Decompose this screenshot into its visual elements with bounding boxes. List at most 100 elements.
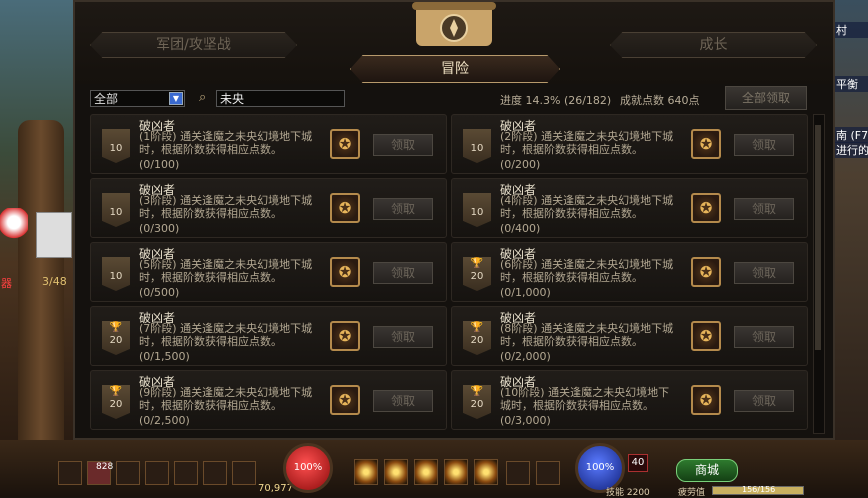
item-slot-5[interactable]: [174, 461, 198, 485]
item-slot-7[interactable]: [232, 461, 256, 485]
level-badge: 40: [628, 454, 648, 472]
right-side-text-1: 村: [834, 22, 868, 38]
points-badge: 🏆 20: [102, 321, 130, 355]
achievement-card: 🏆 20 破凶者 (7阶段) 通关逢魔之未央幻境地下城时，根据阶数获得相应点数。 (0/…: [90, 306, 447, 366]
reward-icon[interactable]: ✪: [691, 129, 721, 159]
right-side-text-4: 进行的: [834, 142, 868, 158]
claim-button[interactable]: 领取: [734, 134, 794, 156]
right-side-text-3: 南 (F7: [834, 127, 868, 143]
achievement-card: 🏆 20 破凶者 (8阶段) 通关逢魔之未央幻境地下城时，根据阶数获得相应点数。 (0/…: [451, 306, 808, 366]
chevron-down-icon[interactable]: ▼: [169, 92, 183, 105]
fatigue-value: 156/156: [742, 485, 776, 494]
achievement-card: 10 破凶者 (4阶段) 通关逢魔之未央幻境地下城时，根据阶数获得相应点数。 (0/4…: [451, 178, 808, 238]
skill-slot-6[interactable]: [506, 461, 530, 485]
badge-points: 10: [470, 143, 484, 154]
claim-all-button[interactable]: 全部领取: [725, 86, 807, 110]
item-slot-4[interactable]: [145, 461, 169, 485]
claim-button[interactable]: 领取: [373, 262, 433, 284]
item-slot-1[interactable]: [58, 461, 82, 485]
reward-icon[interactable]: ✪: [691, 385, 721, 415]
achievement-desc: (4阶段) 通关逢魔之未央幻境地下城时，根据阶数获得相应点数。: [500, 194, 674, 220]
achievement-progress: (0/400): [500, 222, 541, 235]
points-badge: 10: [102, 129, 130, 163]
side-label: 器: [1, 277, 12, 290]
points-badge: 10: [463, 129, 491, 163]
achievement-progress: (0/200): [500, 158, 541, 171]
right-side-text-2: 平衡: [834, 76, 868, 92]
points-badge: 10: [463, 193, 491, 227]
trophy-icon: 🏆: [470, 258, 484, 269]
achievement-desc: (3阶段) 通关逢魔之未央幻境地下城时，根据阶数获得相应点数。: [139, 194, 313, 220]
scrollbar-thumb[interactable]: [815, 125, 821, 350]
side-count: 3/48: [42, 275, 67, 288]
reward-icon[interactable]: ✪: [691, 193, 721, 223]
points-badge: 🏆 20: [463, 385, 491, 419]
achievement-card: 🏆 20 破凶者 (9阶段) 通关逢魔之未央幻境地下城时，根据阶数获得相应点数。 (0/…: [90, 370, 447, 430]
skill-points: 技能 2200: [606, 488, 650, 498]
tab-adventure[interactable]: 冒险: [350, 55, 560, 83]
reward-icon[interactable]: ✪: [691, 257, 721, 287]
achievement-card: 10 破凶者 (5阶段) 通关逢魔之未央幻境地下城时，根据阶数获得相应点数。 (0/5…: [90, 242, 447, 302]
claim-button[interactable]: 领取: [373, 198, 433, 220]
achievement-progress: (0/2,500): [139, 414, 190, 427]
achievement-card: 10 破凶者 (3阶段) 通关逢魔之未央幻境地下城时，根据阶数获得相应点数。 (0/3…: [90, 178, 447, 238]
skill-slot-2[interactable]: [384, 459, 408, 485]
reward-icon[interactable]: ✪: [330, 193, 360, 223]
shop-button[interactable]: 商城: [676, 459, 738, 482]
achievement-progress: (0/3,000): [500, 414, 551, 427]
reward-icon[interactable]: ✪: [691, 321, 721, 351]
tab-growth[interactable]: 成长: [610, 32, 817, 58]
reward-icon[interactable]: ✪: [330, 257, 360, 287]
item-slot-3[interactable]: [116, 461, 140, 485]
trophy-icon: 🏆: [470, 322, 484, 333]
claim-button[interactable]: 领取: [734, 326, 794, 348]
scrollbar[interactable]: [813, 114, 825, 434]
achievement-progress: (0/100): [139, 158, 180, 171]
search-icon: ⌕: [199, 90, 207, 105]
achievement-progress: (0/1,500): [139, 350, 190, 363]
progress-value: 14.3% (26/182): [525, 94, 612, 107]
claim-button[interactable]: 领取: [373, 390, 433, 412]
badge-points: 10: [470, 207, 484, 218]
trophy-icon: 🏆: [109, 386, 123, 397]
skill-slot-3[interactable]: [414, 459, 438, 485]
achievement-desc: (8阶段) 通关逢魔之未央幻境地下城时，根据阶数获得相应点数。: [500, 322, 674, 348]
shop-label: 商城: [694, 463, 719, 477]
achievement-desc: (1阶段) 通关逢魔之未央幻境地下城时，根据阶数获得相应点数。: [139, 130, 313, 156]
trophy-icon: 🏆: [470, 386, 484, 397]
skill-slot-5[interactable]: [474, 459, 498, 485]
item-slot-6[interactable]: [203, 461, 227, 485]
reward-icon[interactable]: ✪: [330, 321, 360, 351]
badge-points: 20: [109, 335, 123, 346]
achievement-card: 🏆 20 破凶者 (10阶段) 通关逢魔之未央幻境地下城时，根据阶数获得相应点数。 (0…: [451, 370, 808, 430]
gold-amount: 70,977: [258, 483, 293, 494]
claim-button[interactable]: 领取: [373, 134, 433, 156]
badge-points: 20: [470, 399, 484, 410]
game-world-left: 器 3/48: [0, 0, 80, 440]
tab-legion[interactable]: 军团/攻坚战: [90, 32, 297, 58]
skill-slot-1[interactable]: [354, 459, 378, 485]
claim-button[interactable]: 领取: [734, 262, 794, 284]
claim-button[interactable]: 领取: [373, 326, 433, 348]
skill-slot-4[interactable]: [444, 459, 468, 485]
trophy-icon: 🏆: [109, 322, 123, 333]
search-input[interactable]: 未央: [216, 90, 345, 107]
points-badge: 🏆 20: [102, 385, 130, 419]
skill-slot-7[interactable]: [536, 461, 560, 485]
achievement-progress: (0/2,000): [500, 350, 551, 363]
claim-button[interactable]: 领取: [734, 198, 794, 220]
reward-icon[interactable]: ✪: [330, 385, 360, 415]
achievement-desc: (5阶段) 通关逢魔之未央幻境地下城时，根据阶数获得相应点数。: [139, 258, 313, 284]
reward-icon[interactable]: ✪: [330, 129, 360, 159]
achievement-desc: (2阶段) 通关逢魔之未央幻境地下城时，根据阶数获得相应点数。: [500, 130, 674, 156]
category-select[interactable]: 全部 ▼: [90, 90, 185, 107]
game-world-right: [830, 0, 868, 440]
achievement-window: 军团/攻坚战 冒险 成长 全部 ▼ ⌕ 未央 进度 14.3% (26/182)…: [73, 0, 835, 440]
hp-orb: 100%: [283, 443, 333, 493]
achievement-desc: (9阶段) 通关逢魔之未央幻境地下城时，根据阶数获得相应点数。: [139, 386, 313, 412]
points-badge: 🏆 20: [463, 257, 491, 291]
points-value: 640点: [667, 94, 700, 107]
claim-button[interactable]: 领取: [734, 390, 794, 412]
badge-points: 20: [109, 399, 123, 410]
badge-points: 10: [109, 271, 123, 282]
